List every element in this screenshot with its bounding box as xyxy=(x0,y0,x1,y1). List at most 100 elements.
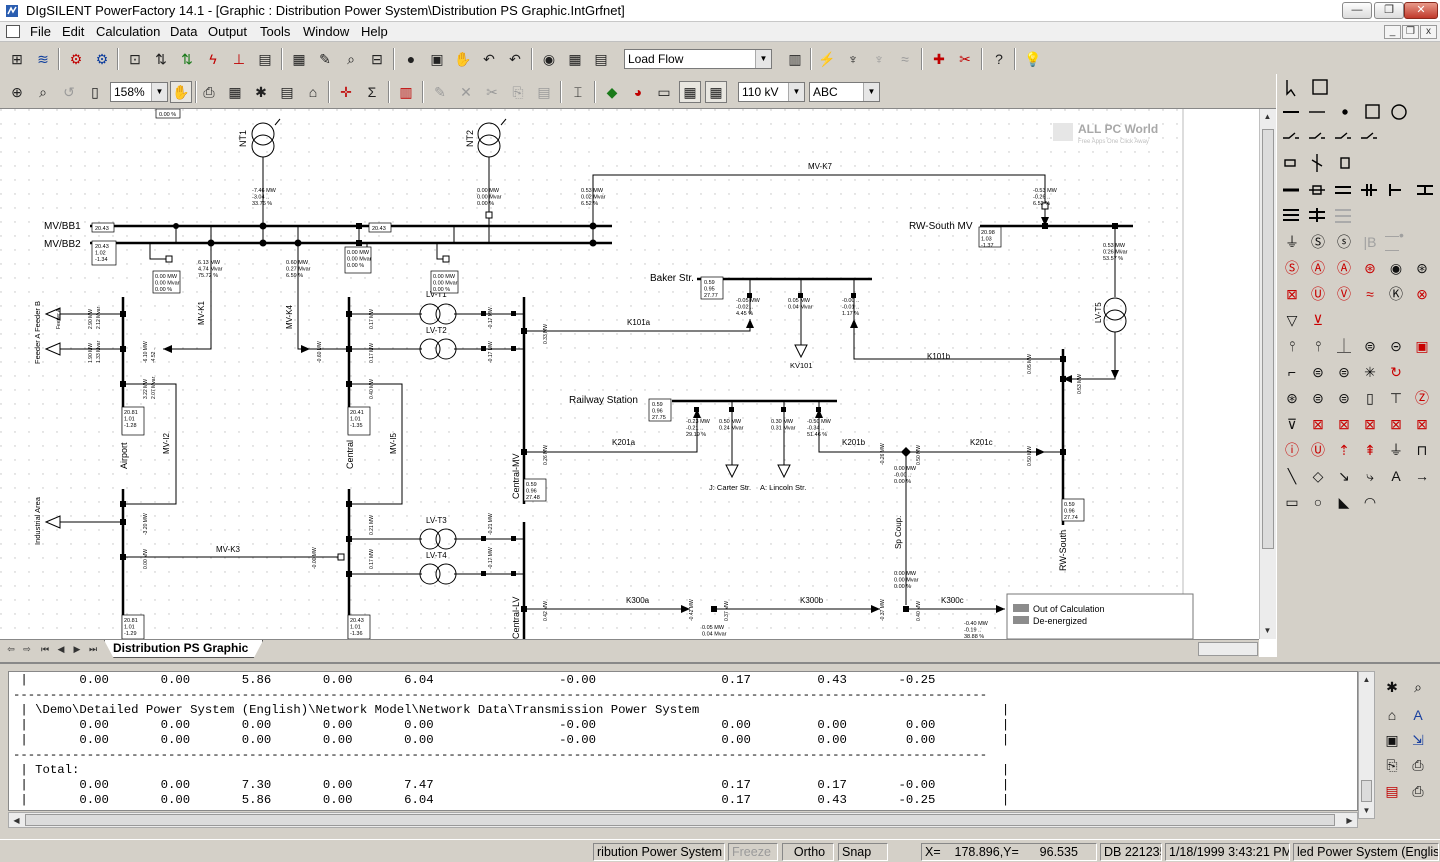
pal-connector-icon[interactable]: ⌐ xyxy=(1281,361,1303,383)
magnifier-icon[interactable]: ⌕ xyxy=(32,81,54,103)
load-flow-icon[interactable]: ⇅ xyxy=(150,48,172,70)
pal-series-icon[interactable]: ✳ xyxy=(1359,361,1381,383)
table-icon[interactable]: ▦ xyxy=(564,48,586,70)
pal-kd-icon[interactable]: Ⓚ xyxy=(1385,283,1407,305)
frame-icon[interactable]: ▦ xyxy=(679,81,701,103)
output-scroll-thumb[interactable] xyxy=(1361,780,1372,802)
pal-dc-icon[interactable]: ⊽ xyxy=(1281,413,1303,435)
pal-cap-icon[interactable]: ⏊ xyxy=(1333,335,1355,357)
pal-arc-icon[interactable]: ◠ xyxy=(1359,491,1381,513)
pal-s-box-icon[interactable]: ⓢ xyxy=(1333,231,1355,253)
contingency-icon[interactable]: ⚡ xyxy=(816,48,838,70)
scroll-down-icon[interactable]: ▼ xyxy=(1260,623,1275,638)
maximize-button[interactable]: ❐ xyxy=(1374,2,1404,19)
results-icon[interactable]: ▦ xyxy=(288,48,310,70)
save-output-icon[interactable]: ▣ xyxy=(1381,729,1403,751)
pal-cap-2-icon[interactable]: ⊤ xyxy=(1385,387,1407,409)
menu-window[interactable]: Window xyxy=(303,24,349,39)
network-model-icon[interactable]: ⊞ xyxy=(6,48,28,70)
pal-relay-icon[interactable]: ⊜ xyxy=(1333,387,1355,409)
clear-output-icon[interactable]: ▤ xyxy=(1381,780,1403,802)
hint-icon[interactable]: 💡 xyxy=(1022,48,1044,70)
pal-rect-icon[interactable]: ▭ xyxy=(1281,491,1303,513)
pal-pv-icon[interactable]: ⊛ xyxy=(1411,257,1433,279)
pal-s-red-icon[interactable]: Ⓢ xyxy=(1281,257,1303,279)
font-icon[interactable]: A xyxy=(1407,704,1429,726)
pal-diag-line-icon[interactable]: ╲ xyxy=(1281,465,1303,487)
pal-arrow-up-icon[interactable]: ⇡ xyxy=(1333,439,1355,461)
pal-bridge-icon[interactable]: ⊓ xyxy=(1411,439,1433,461)
drawing-canvas[interactable]: ALL PC World Free Apps One Click Away MV… xyxy=(0,108,1276,658)
insert-node-icon[interactable]: ✛ xyxy=(335,81,357,103)
text-style-combo[interactable]: ABC ▼ xyxy=(809,82,880,102)
folder-open-icon[interactable]: ⌂ xyxy=(302,81,324,103)
scroll-left-icon[interactable]: ◀ xyxy=(9,813,24,828)
print-output-icon[interactable]: ⎙ xyxy=(1407,780,1429,802)
layer-icon[interactable]: ▭ xyxy=(653,81,675,103)
chevron-down-icon[interactable]: ▼ xyxy=(863,83,879,101)
output-vertical-scrollbar[interactable]: ▲ ▼ xyxy=(1358,671,1375,819)
print-icon[interactable]: ⎙ xyxy=(198,81,220,103)
tab-back-icon[interactable]: ⇦ xyxy=(4,642,18,656)
tab-next-icon[interactable]: ▶ xyxy=(70,642,84,656)
scroll-up-icon[interactable]: ▲ xyxy=(1359,672,1374,687)
pal-u-2-icon[interactable]: Ⓤ xyxy=(1307,439,1329,461)
pal-b-icon[interactable]: |B xyxy=(1359,231,1381,253)
document-icon[interactable] xyxy=(6,25,20,38)
plot-icon[interactable]: ▥ xyxy=(784,48,806,70)
menu-data[interactable]: Data xyxy=(170,24,197,39)
pal-dash-icon[interactable]: —•— xyxy=(1385,228,1407,256)
harmonics-icon[interactable]: ♆ xyxy=(842,48,864,70)
single-line-diagram[interactable]: ALL PC World Free Apps One Click Away MV… xyxy=(0,109,1259,639)
mdi-close-button[interactable]: x xyxy=(1420,25,1437,39)
open-output-icon[interactable]: ⌂ xyxy=(1381,704,1403,726)
pal-sync-icon[interactable]: ⊗ xyxy=(1411,283,1433,305)
frequency-icon[interactable]: ≈ xyxy=(894,48,916,70)
pal-rotate-icon[interactable]: ↻ xyxy=(1385,361,1407,383)
pal-text-icon[interactable]: A xyxy=(1385,465,1407,487)
pal-ground-icon[interactable]: ⏚ xyxy=(1281,231,1303,253)
paste-icon[interactable]: ▤ xyxy=(533,81,555,103)
edit-study-case-icon[interactable]: ⚙ xyxy=(91,48,113,70)
sum-icon[interactable]: Σ xyxy=(361,81,383,103)
voltage-combo[interactable]: 110 kV ▼ xyxy=(738,82,805,102)
pal-trafo-2-icon[interactable]: ⫯ xyxy=(1307,335,1329,357)
rms-simulation-icon[interactable]: ⊥ xyxy=(228,48,250,70)
pal-dc-3-icon[interactable]: ⊠ xyxy=(1333,413,1355,435)
data-manager-icon[interactable]: ⊡ xyxy=(124,48,146,70)
menu-output[interactable]: Output xyxy=(208,24,247,39)
new-graphic-icon[interactable]: ✱ xyxy=(250,81,272,103)
zoom-in-icon[interactable]: ⊕ xyxy=(6,81,28,103)
pal-gen-icon[interactable]: ◉ xyxy=(1385,257,1407,279)
copy-output-icon[interactable]: ⎘ xyxy=(1381,754,1403,776)
close-button[interactable]: ✕ xyxy=(1404,2,1438,19)
scroll-right-icon[interactable]: ▶ xyxy=(1342,813,1357,828)
study-case-icon[interactable]: ⚙ xyxy=(65,48,87,70)
save-as-icon[interactable]: ⇲ xyxy=(1407,729,1429,751)
remove-element-icon[interactable]: ✂ xyxy=(954,48,976,70)
zoom-back-icon[interactable]: ↺ xyxy=(58,81,80,103)
output-hscroll-thumb[interactable] xyxy=(25,814,1335,826)
tab-last-icon[interactable]: ⏭ xyxy=(86,642,100,656)
canvas-scroll-thumb[interactable] xyxy=(1262,129,1274,549)
zoom-combo[interactable]: 158% ▼ xyxy=(110,82,168,102)
graphic-search-icon[interactable]: ⌕ xyxy=(340,48,362,70)
pal-diamond-icon[interactable]: ◇ xyxy=(1307,465,1329,487)
delete-icon[interactable]: ✕ xyxy=(455,81,477,103)
copy-icon[interactable]: ⎘ xyxy=(507,81,529,103)
pal-polyline-icon[interactable]: ⤷ xyxy=(1359,465,1381,487)
status-ortho[interactable]: Ortho xyxy=(782,843,834,861)
pal-motor-icon[interactable]: ⊛ xyxy=(1281,387,1303,409)
find-icon[interactable]: ⌕ xyxy=(1407,676,1429,698)
record-icon[interactable]: ● xyxy=(400,48,422,70)
tab-first-icon[interactable]: ⏮ xyxy=(38,642,52,656)
menu-help[interactable]: Help xyxy=(361,24,388,39)
pal-ground-2-icon[interactable]: ⏚ xyxy=(1385,439,1407,461)
reports-icon[interactable]: ▤ xyxy=(254,48,276,70)
pal-3w-trafo-2-icon[interactable]: ⊜ xyxy=(1333,361,1355,383)
pal-static-icon[interactable]: ⊠ xyxy=(1281,283,1303,305)
grid-icon[interactable]: ▦ xyxy=(224,81,246,103)
status-snap[interactable]: Snap xyxy=(838,843,888,861)
pal-svc-icon[interactable]: ⊝ xyxy=(1385,335,1407,357)
open-graphic-icon[interactable]: ▤ xyxy=(276,81,298,103)
